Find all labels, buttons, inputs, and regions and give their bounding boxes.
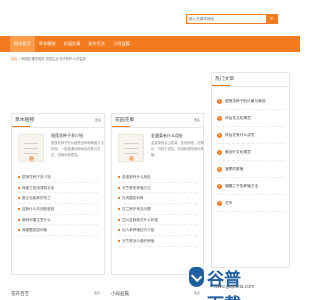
plants-feature-description: 银莲花种子的价格受品种和种植方法影响，一般普通品种每包在数元左右，珍稀品种更高。 xyxy=(51,141,104,157)
list-item[interactable]: 天竺葵怎么做好养殖 xyxy=(118,236,197,247)
garden-article-list: 金盏菊有什么用处 天竺葵的养殖方法 贝壳圆如何养 白兰养护常见问题 四川盆栽种花… xyxy=(118,172,197,247)
hot-article-item[interactable]: 1 银莲花种子的价格与栽培 xyxy=(217,93,284,110)
list-item[interactable]: 贝壳圆如何养 xyxy=(118,193,197,205)
nav-flower-arts[interactable]: 花卉百艺 xyxy=(84,36,109,52)
main-navigation: 网站首页 草木植物 花园花事 花卉百艺 小窍益篇 xyxy=(0,36,300,52)
garden-panel: 花园花事 更多 金盏菊有什么用处 金盏菊别名山金菊，色彩鲜艳，花期长，可用于观赏… xyxy=(111,113,204,275)
list-item[interactable]: 仙人掌养殖技巧介绍 xyxy=(118,225,197,237)
panel-divider xyxy=(112,127,203,128)
title-accent xyxy=(212,85,230,86)
image-line xyxy=(124,153,138,154)
hot-articles-title: 热门文章 xyxy=(215,77,235,82)
list-item[interactable]: 傻瓜也能种的吊兰 xyxy=(18,193,98,205)
image-line xyxy=(124,143,138,144)
list-item[interactable]: 金盏菊有什么用处 xyxy=(118,172,197,183)
image-seal xyxy=(29,156,34,161)
plants-feature-image[interactable] xyxy=(18,134,44,162)
list-item[interactable]: 盆栽什么东西能驱蚊 xyxy=(18,204,98,215)
garden-feature-image[interactable] xyxy=(118,134,144,162)
hot-articles-panel: 热门文章 1 银莲花种子的价格与栽培 2 风仙花文化寓意 3 风仙花有什么讲究 4 黄百… xyxy=(211,72,290,268)
garden-panel-title: 花园花事 xyxy=(115,118,135,123)
tips-section-title: 小窍益篇 xyxy=(111,291,129,296)
plants-panel: 草木植物 更多 银莲花种子多少钱 银莲花种子的价格受品种和种植方法影响，一般普通… xyxy=(11,113,105,275)
plants-article-list: 银莲花种子多少钱 海棠之前用薄荷玉米 傻瓜也能种的吊兰 盆栽什么东西能驱蚊 栽种… xyxy=(18,172,98,237)
site-watermark: 谷普下载 www.gupuxia.com xyxy=(188,264,256,300)
breadcrumb-home[interactable]: 首页 xyxy=(11,57,17,61)
search-input[interactable] xyxy=(189,15,265,23)
image-line xyxy=(24,153,38,154)
list-item[interactable]: 海棠酸菜如何栽 xyxy=(18,225,98,237)
plants-feature-title[interactable]: 银莲花种子多少钱 xyxy=(51,133,83,139)
breadcrumb-path: > 伊桃庭·暖冬国风·花园生活·花卉养护·小窍益篇 xyxy=(18,57,86,61)
plants-more-link[interactable]: 更多 xyxy=(95,117,101,122)
watermark-title: 谷普下载 xyxy=(207,270,241,300)
image-line xyxy=(124,148,138,149)
flower-arts-more-link[interactable]: 更多 xyxy=(94,291,100,295)
title-accent xyxy=(12,126,30,127)
garden-more-link[interactable]: 更多 xyxy=(194,117,200,122)
hot-article-item[interactable]: 5 菠萝的繁殖 xyxy=(217,161,284,178)
nav-tips[interactable]: 小窍益篇 xyxy=(109,36,134,52)
hot-articles-list: 1 银莲花种子的价格与栽培 2 风仙花文化寓意 3 风仙花有什么讲究 4 黄百叶文化寓意… xyxy=(217,93,284,212)
hot-article-item[interactable]: 7 花市 xyxy=(217,195,284,212)
breadcrumb: 首页 > 伊桃庭·暖冬国风·花园生活·花卉养护·小窍益篇 xyxy=(11,56,86,61)
image-line xyxy=(24,148,38,149)
nav-garden[interactable]: 花园花事 xyxy=(60,36,85,52)
panel-divider xyxy=(212,86,289,87)
image-line xyxy=(24,143,38,144)
tips-more-link[interactable]: 更多 xyxy=(194,291,200,295)
title-accent xyxy=(112,126,130,127)
nav-plants[interactable]: 草木植物 xyxy=(35,36,60,52)
plants-panel-title: 草木植物 xyxy=(15,118,35,123)
list-item[interactable]: 银莲花种子多少钱 xyxy=(18,172,98,183)
flower-arts-section-title: 花卉百艺 xyxy=(11,291,29,296)
nav-home[interactable]: 网站首页 xyxy=(10,36,35,52)
list-item[interactable]: 白兰养护常见问题 xyxy=(118,204,197,215)
garden-feature-description: 金盏菊别名山金菊，色彩鲜艳，花期长，可用于观赏、药用和庭院美化种植。 xyxy=(151,141,204,157)
hot-article-item[interactable]: 4 黄百叶文化寓意 xyxy=(217,144,284,161)
panel-divider xyxy=(12,127,104,128)
list-item[interactable]: 栽种时要注意什么 xyxy=(18,215,98,226)
hot-article-item[interactable]: 3 风仙花有什么讲究 xyxy=(217,127,284,144)
watermark-url: www.gupuxia.com xyxy=(214,284,255,290)
image-seal xyxy=(129,156,134,161)
list-item[interactable]: 海棠之前用薄荷玉米 xyxy=(18,183,98,194)
search-box[interactable]: ⌕ xyxy=(186,14,278,24)
search-icon[interactable]: ⌕ xyxy=(266,15,277,23)
shield-icon xyxy=(189,267,204,287)
hot-article-item[interactable]: 6 蝴蝶兰子的养殖方法 xyxy=(217,178,284,195)
list-item[interactable]: 天竺葵的养殖方法 xyxy=(118,183,197,194)
hot-article-item[interactable]: 2 风仙花文化寓意 xyxy=(217,110,284,127)
garden-feature-title[interactable]: 金盏菊有什么用处 xyxy=(151,133,183,139)
list-item[interactable]: 四川盆栽种花什么时候 xyxy=(118,215,197,226)
